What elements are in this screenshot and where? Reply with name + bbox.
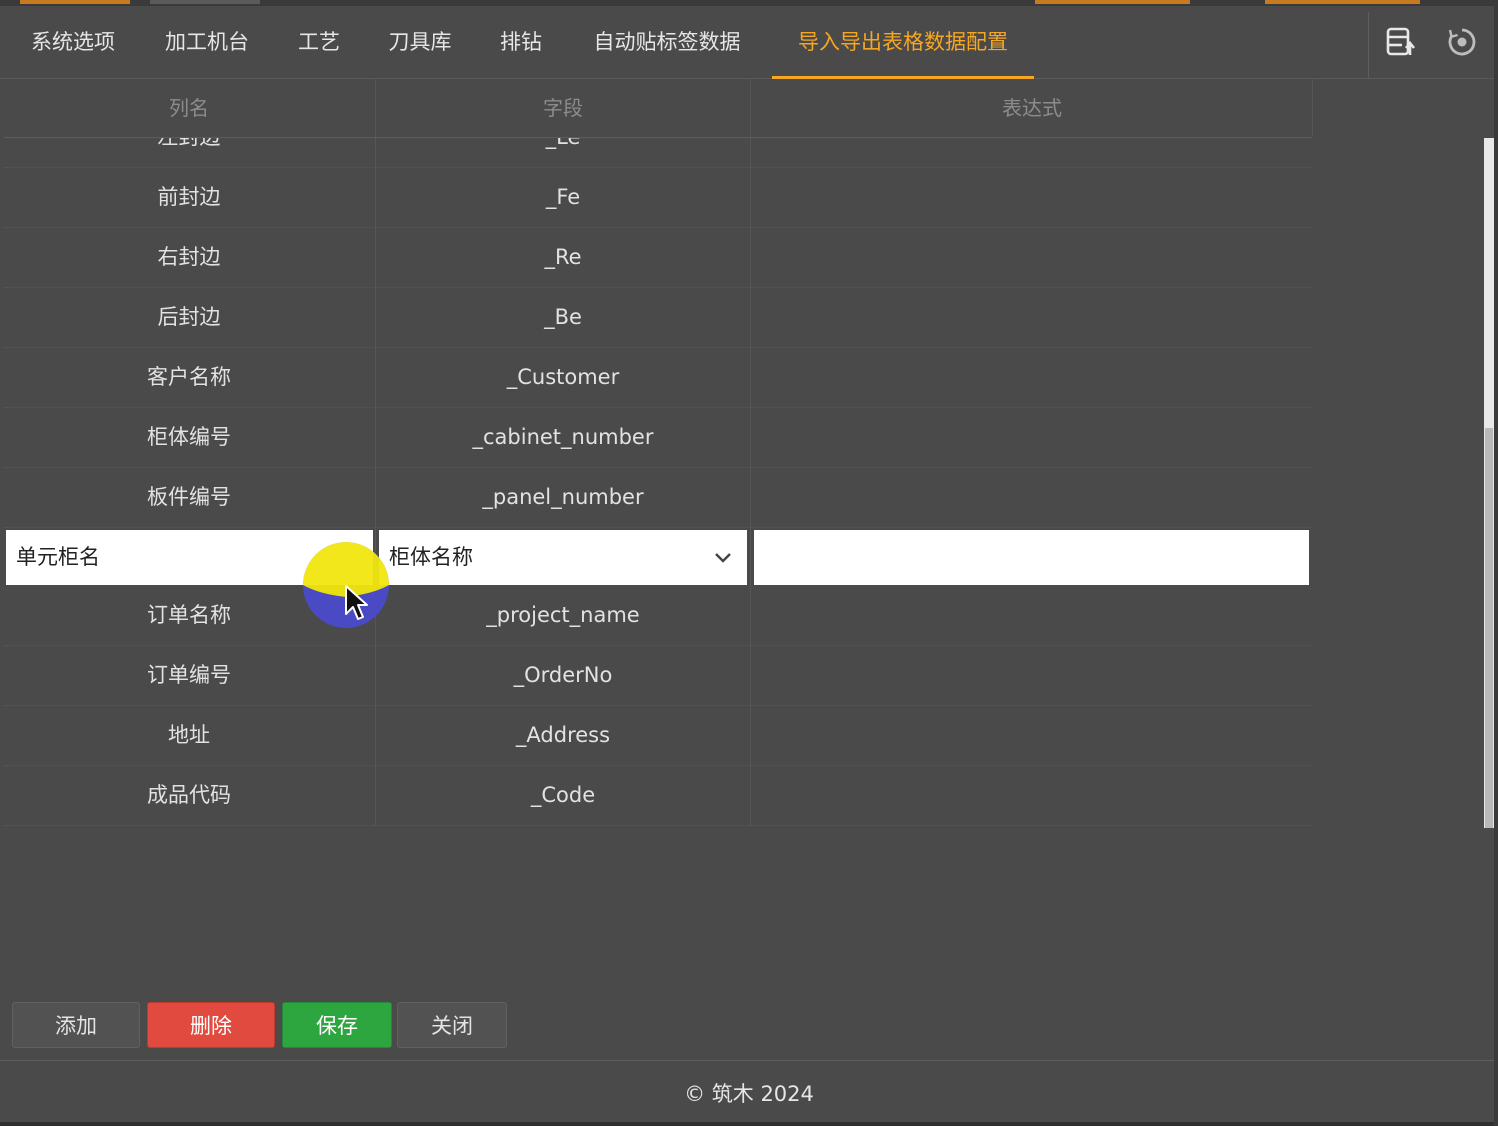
cell-column-name: 右封边 <box>157 245 221 269</box>
cell-field: _cabinet_number <box>472 425 654 449</box>
table-row[interactable]: 板件编号 _panel_number <box>4 468 1312 528</box>
column-divider <box>750 138 751 826</box>
table-row[interactable]: 前封边 _Fe <box>4 168 1312 228</box>
cell-expression <box>752 646 1312 705</box>
expression-input[interactable] <box>754 530 1309 585</box>
cell-field: _Code <box>530 783 596 807</box>
table-row[interactable]: 左封边 _Le <box>4 138 1312 168</box>
cell-column-name: 客户名称 <box>147 365 231 389</box>
tab-machines[interactable]: 加工机台 <box>152 6 262 78</box>
header-field: 字段 <box>543 96 583 120</box>
cell-column-name: 地址 <box>168 723 210 747</box>
cell-field: _Le <box>377 138 749 167</box>
cell-field: _Customer <box>506 365 620 389</box>
cell-expression <box>752 288 1312 347</box>
cell-field: _Re <box>544 245 582 269</box>
table-row[interactable]: 客户名称 _Customer <box>4 348 1312 408</box>
table-row[interactable]: 订单名称 _project_name <box>4 586 1312 646</box>
cell-field: _panel_number <box>482 485 644 509</box>
top-strip-tab-partial <box>150 0 260 4</box>
mouse-pointer-icon <box>345 585 368 620</box>
cell-expression <box>752 766 1312 825</box>
cell-field: _Address <box>515 723 611 747</box>
cell-expression <box>752 586 1312 645</box>
cell-column-name: 柜体编号 <box>147 425 231 449</box>
table-body: 左封边 _Le 前封边 _Fe 右封边 _Re 后封边 _Be 客户名称 _Cu… <box>4 138 1312 826</box>
cell-expression <box>752 706 1312 765</box>
cell-expression <box>752 168 1312 227</box>
top-strip-tab-partial <box>1035 0 1190 4</box>
table-header: 列名 字段 表达式 <box>4 79 1312 138</box>
vertical-scrollbar[interactable] <box>1484 138 1494 828</box>
cell-column-name: 板件编号 <box>147 485 231 509</box>
scrollbar-thumb[interactable] <box>1485 428 1493 828</box>
footer-divider <box>0 1060 1498 1061</box>
tab-drill-row[interactable]: 排钻 <box>488 6 554 78</box>
export-list-icon[interactable] <box>1382 24 1418 60</box>
tab-system-options[interactable]: 系统选项 <box>18 6 128 78</box>
tab-import-export-config[interactable]: 导入导出表格数据配置 <box>772 6 1034 79</box>
cell-column-name: 订单编号 <box>147 663 231 687</box>
header-divider <box>1312 79 1313 137</box>
tab-process[interactable]: 工艺 <box>286 6 352 78</box>
top-strip-tab-partial <box>20 0 130 4</box>
window-bottom-edge <box>0 1122 1498 1126</box>
tab-tool-library[interactable]: 刀具库 <box>376 6 464 78</box>
cell-field: _project_name <box>486 603 640 627</box>
table-row-editing[interactable]: 柜体名称 <box>4 530 1312 586</box>
cell-expression <box>752 228 1312 287</box>
reset-circle-icon[interactable] <box>1444 24 1480 60</box>
table-row[interactable]: 成品代码 _Code <box>4 766 1312 826</box>
cell-column-name: 后封边 <box>157 305 221 329</box>
table-row[interactable]: 订单编号 _OrderNo <box>4 646 1312 706</box>
field-select[interactable]: 柜体名称 <box>379 530 747 585</box>
tab-auto-label-data[interactable]: 自动贴标签数据 <box>578 6 756 78</box>
cell-field: _OrderNo <box>513 663 613 687</box>
header-expression: 表达式 <box>1002 96 1062 120</box>
footer-copyright: © 筑木 2024 <box>684 1082 814 1106</box>
table-row[interactable]: 后封边 _Be <box>4 288 1312 348</box>
header-divider <box>750 79 751 137</box>
header-column-name: 列名 <box>169 96 209 120</box>
delete-button[interactable]: 删除 <box>147 1002 275 1048</box>
cell-expression <box>752 138 1312 167</box>
save-button[interactable]: 保存 <box>282 1002 392 1048</box>
table-row[interactable]: 柜体编号 _cabinet_number <box>4 408 1312 468</box>
cell-column-name: 前封边 <box>157 185 221 209</box>
settings-tab-bar: 系统选项 加工机台 工艺 刀具库 排钻 自动贴标签数据 导入导出表格数据配置 <box>0 6 1498 79</box>
table-row[interactable]: 右封边 _Re <box>4 228 1312 288</box>
nav-divider <box>1368 12 1369 78</box>
column-divider <box>375 138 376 826</box>
window-right-edge <box>1494 0 1498 1126</box>
cell-expression <box>752 408 1312 467</box>
field-select-value: 柜体名称 <box>389 545 473 569</box>
top-strip-tab-partial <box>1265 0 1420 4</box>
table-row[interactable]: 地址 _Address <box>4 706 1312 766</box>
close-button[interactable]: 关闭 <box>397 1002 507 1048</box>
cell-column-name: 成品代码 <box>147 783 231 807</box>
cell-column-name: 左封边 <box>4 138 374 167</box>
add-button[interactable]: 添加 <box>12 1002 140 1048</box>
chevron-down-icon <box>715 553 731 563</box>
cell-expression <box>752 468 1312 527</box>
cell-field: _Fe <box>545 185 581 209</box>
cell-expression <box>752 348 1312 407</box>
header-divider <box>375 79 376 137</box>
cell-field: _Be <box>544 305 582 329</box>
